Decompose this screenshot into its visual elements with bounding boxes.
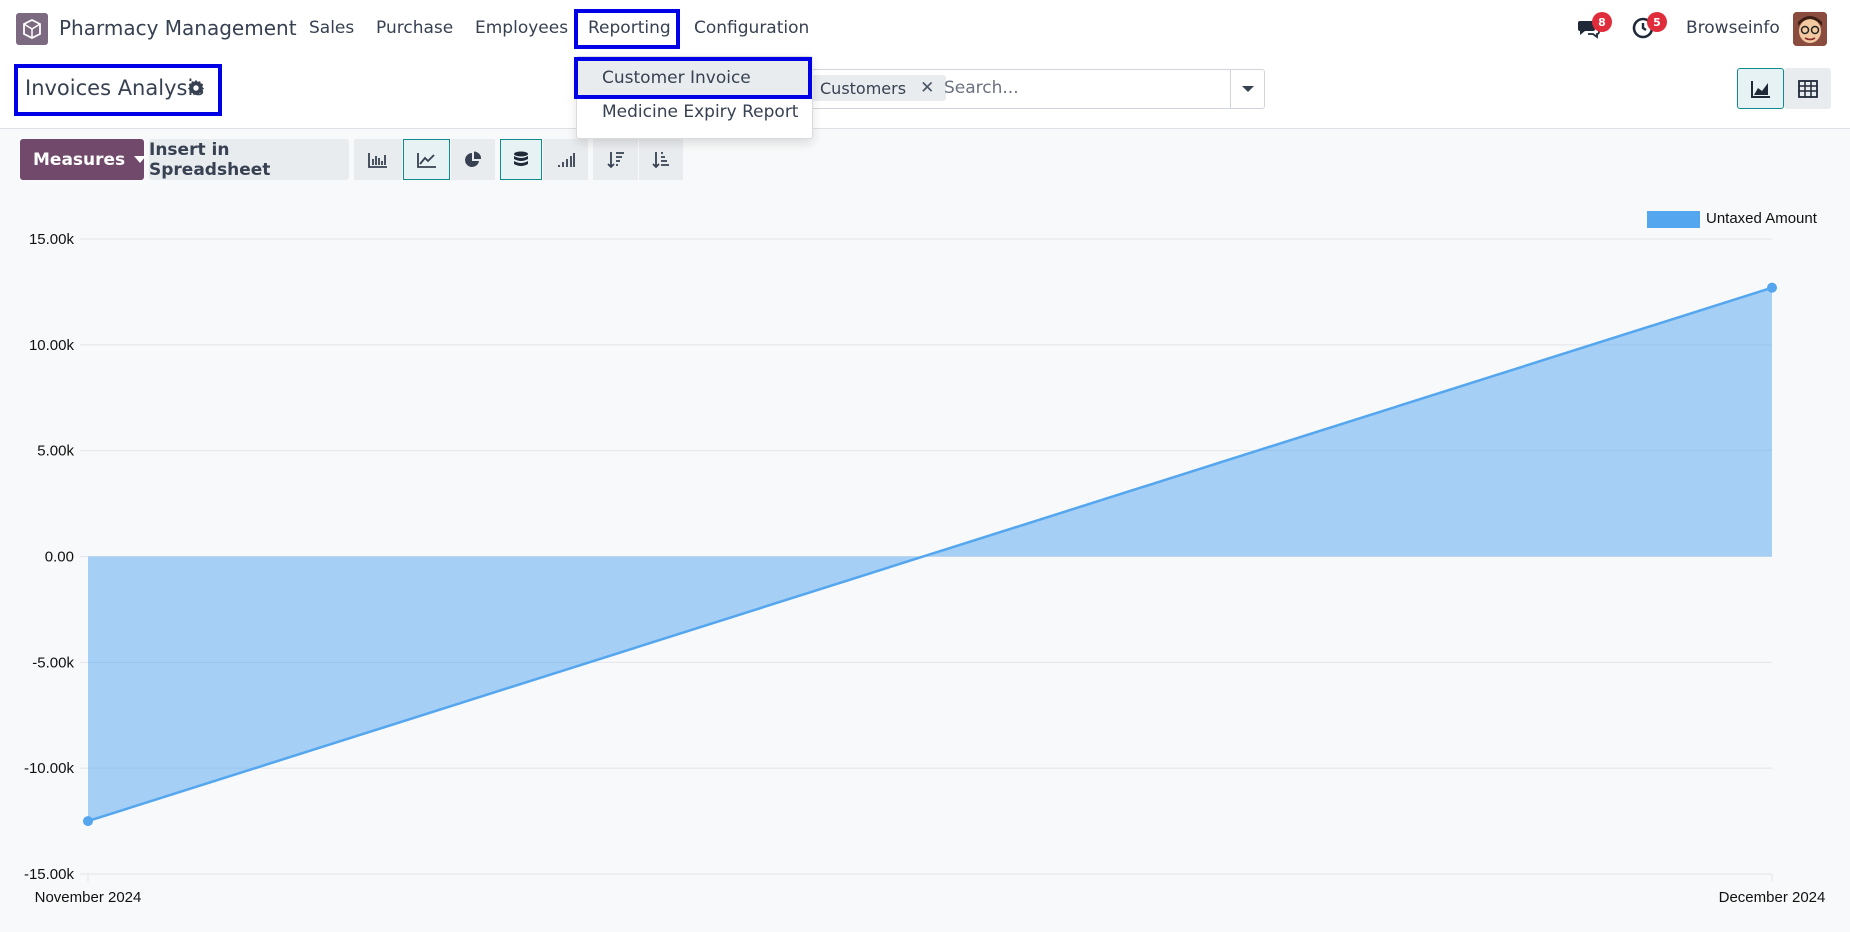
legend-swatch[interactable] <box>1647 211 1700 228</box>
sort-descending-button[interactable] <box>593 139 638 180</box>
sort-desc-icon <box>606 151 624 168</box>
bar-chart-button[interactable] <box>354 139 402 180</box>
data-point <box>83 816 93 827</box>
y-tick-label: 5.00k <box>37 443 74 460</box>
caret-down-icon <box>1241 86 1254 92</box>
filter-facet: Customers ✕ <box>810 75 947 101</box>
legend-label[interactable]: Untaxed Amount <box>1706 210 1817 227</box>
y-tick-label: -15.00k <box>24 866 75 883</box>
page-title: Invoices Analysis <box>25 76 205 100</box>
menu-sales[interactable]: Sales <box>309 18 354 38</box>
avatar[interactable] <box>1793 12 1827 46</box>
cumulative-button[interactable] <box>543 139 588 180</box>
database-icon <box>514 151 528 166</box>
caret-down-icon <box>134 156 147 163</box>
menu-employees[interactable]: Employees <box>475 18 568 38</box>
x-tick-label: November 2024 <box>35 889 142 906</box>
pie-chart-icon <box>465 150 482 167</box>
y-tick-label: 10.00k <box>29 337 75 354</box>
menu-reporting[interactable]: Reporting <box>588 18 671 38</box>
x-tick-label: December 2024 <box>1719 889 1826 906</box>
pie-chart-button[interactable] <box>451 139 495 180</box>
gear-icon[interactable] <box>187 79 205 97</box>
app-name[interactable]: Pharmacy Management <box>59 16 297 40</box>
y-tick-label: -10.00k <box>24 760 75 777</box>
dropdown-item-medicine-expiry[interactable]: Medicine Expiry Report <box>602 102 798 122</box>
graph-view-button[interactable] <box>1737 68 1784 109</box>
signal-bars-icon <box>557 152 575 167</box>
search-options-toggle[interactable] <box>1230 70 1264 108</box>
sort-ascending-button[interactable] <box>639 139 683 180</box>
top-navbar: Pharmacy Management Sales Purchase Emplo… <box>0 0 1850 57</box>
bar-chart-icon <box>368 152 387 168</box>
area-chart-icon <box>1750 80 1770 98</box>
line-chart-button[interactable] <box>403 139 450 180</box>
y-tick-label: 0.00 <box>45 549 74 566</box>
measures-button[interactable]: Measures <box>20 139 147 180</box>
stacked-button[interactable] <box>500 139 542 180</box>
y-tick-label: -5.00k <box>32 654 74 671</box>
activities-badge: 5 <box>1647 12 1667 32</box>
app-logo-icon[interactable] <box>16 13 48 45</box>
pivot-view-button[interactable] <box>1784 68 1831 109</box>
menu-purchase[interactable]: Purchase <box>376 18 453 38</box>
area-chart: 15.00k 10.00k 5.00k 0.00 -5.00k -10.00k -15.00… <box>24 231 1826 906</box>
messages-badge: 8 <box>1592 12 1612 32</box>
facet-remove-icon[interactable]: ✕ <box>920 78 934 98</box>
measures-label: Measures <box>33 149 126 170</box>
insert-spreadsheet-button[interactable]: Insert in Spreadsheet <box>149 139 349 180</box>
search-input[interactable]: Search... <box>944 78 1019 98</box>
y-tick-label: 15.00k <box>29 231 75 248</box>
facet-label: Customers <box>820 78 907 98</box>
dropdown-highlight-box <box>574 57 812 99</box>
line-chart-icon <box>416 152 436 168</box>
data-point <box>1767 282 1777 293</box>
user-name[interactable]: Browseinfo <box>1686 18 1780 38</box>
sort-asc-icon <box>652 151 669 168</box>
table-icon <box>1797 79 1818 98</box>
menu-configuration[interactable]: Configuration <box>694 18 809 38</box>
